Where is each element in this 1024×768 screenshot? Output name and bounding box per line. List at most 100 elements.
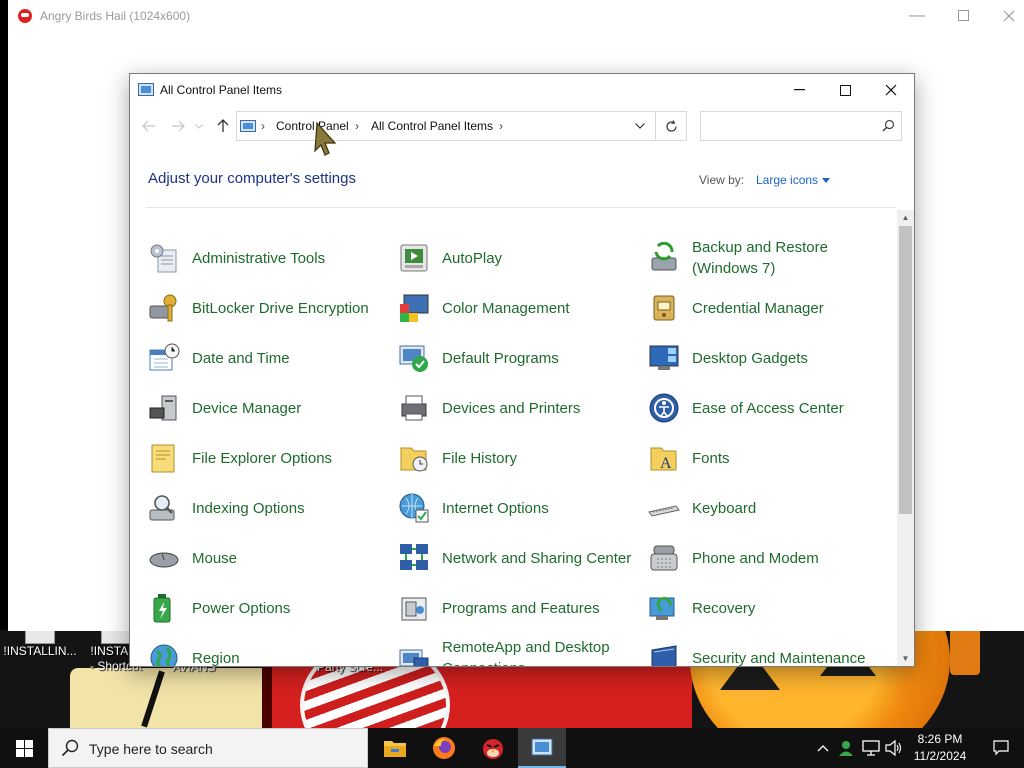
up-button[interactable] xyxy=(212,115,234,137)
network-icon xyxy=(862,740,880,756)
recent-locations-button[interactable] xyxy=(192,115,206,137)
device-manager-icon xyxy=(149,395,177,421)
item-remoteapp[interactable]: RemoteApp and Desktop Connections xyxy=(380,636,625,666)
scroll-thumb[interactable] xyxy=(899,226,912,514)
firefox-icon xyxy=(433,737,455,759)
maximize-button[interactable] xyxy=(940,0,986,31)
clock-time[interactable]: 8:26 PM xyxy=(910,732,970,746)
item-file-explorer-options[interactable]: File Explorer Options xyxy=(130,436,375,480)
arrow-right-icon xyxy=(172,120,185,132)
taskbar-angry-birds[interactable] xyxy=(469,728,517,768)
background-window-titlebar[interactable]: Angry Birds Hail (1024x600) xyxy=(8,0,1024,31)
breadcrumb-separator-icon: › xyxy=(261,119,265,133)
speaker-icon xyxy=(885,740,902,756)
tray-volume-icon[interactable] xyxy=(884,738,904,758)
taskbar-control-panel[interactable] xyxy=(518,728,566,768)
search-icon[interactable] xyxy=(882,119,895,132)
tray-network-icon[interactable] xyxy=(861,738,881,758)
item-network-sharing[interactable]: Network and Sharing Center xyxy=(380,536,631,580)
taskbar-search-box[interactable]: Type here to search xyxy=(48,728,368,768)
control-panel-window[interactable]: All Control Panel Items › Control Panel … xyxy=(129,73,915,667)
item-security-maintenance[interactable]: Security and Maintenance xyxy=(630,636,875,666)
minimize-button[interactable]: — xyxy=(894,0,940,31)
item-date-time[interactable]: Date and Time xyxy=(130,336,375,380)
address-bar[interactable]: › Control Panel › All Control Panel Item… xyxy=(236,111,687,141)
close-icon xyxy=(885,84,897,96)
item-backup-restore[interactable]: Backup and Restore (Windows 7) xyxy=(630,236,875,280)
start-button[interactable] xyxy=(0,728,48,768)
shortcut-icon xyxy=(101,630,131,644)
taskbar-file-explorer[interactable] xyxy=(371,728,419,768)
desktop-icon-installing[interactable]: !INSTALLIN... xyxy=(0,630,80,682)
search-box[interactable] xyxy=(700,111,902,141)
item-file-history[interactable]: File History xyxy=(380,436,625,480)
item-color-management[interactable]: Color Management xyxy=(380,286,625,330)
scroll-down-button[interactable]: ▼ xyxy=(897,651,914,666)
item-phone-modem[interactable]: Phone and Modem xyxy=(630,536,875,580)
item-administrative-tools[interactable]: Administrative Tools xyxy=(130,236,375,280)
clock-date[interactable]: 11/2/2024 xyxy=(910,749,970,763)
file-history-icon xyxy=(400,447,428,472)
taskbar-firefox[interactable] xyxy=(420,728,468,768)
background-window-title: Angry Birds Hail (1024x600) xyxy=(40,8,191,23)
forward-button[interactable] xyxy=(167,115,189,137)
item-devices-printers[interactable]: Devices and Printers xyxy=(380,386,625,430)
keyboard-icon xyxy=(648,505,680,517)
item-indexing-options[interactable]: Indexing Options xyxy=(130,486,375,530)
item-autoplay[interactable]: AutoPlay xyxy=(380,236,625,280)
address-dropdown-button[interactable] xyxy=(627,111,653,141)
date-time-icon xyxy=(149,343,180,371)
tray-overflow-button[interactable] xyxy=(813,738,833,758)
svg-text:A: A xyxy=(660,455,672,472)
wallpaper-shape xyxy=(262,664,272,728)
network-sharing-icon xyxy=(400,544,428,570)
item-region[interactable]: Region xyxy=(130,636,375,666)
action-center-button[interactable] xyxy=(978,728,1024,768)
user-icon xyxy=(839,741,853,756)
breadcrumb-all-items[interactable]: All Control Panel Items xyxy=(371,119,493,133)
vertical-scrollbar[interactable]: ▲ ▼ xyxy=(897,210,914,666)
view-by-dropdown[interactable]: Large icons xyxy=(756,173,818,187)
search-icon xyxy=(61,739,79,757)
control-panel-icon xyxy=(531,738,553,756)
item-mouse[interactable]: Mouse xyxy=(130,536,375,580)
tray-user-icon[interactable] xyxy=(836,738,856,758)
file-explorer-options-icon xyxy=(151,444,175,473)
mouse-icon xyxy=(149,552,179,568)
caret-down-icon[interactable] xyxy=(822,178,830,183)
bitlocker-icon xyxy=(149,294,177,322)
view-by-label: View by: xyxy=(699,173,745,187)
item-recovery[interactable]: Recovery xyxy=(630,586,875,630)
item-ease-of-access[interactable]: Ease of Access Center xyxy=(630,386,875,430)
item-internet-options[interactable]: Internet Options xyxy=(380,486,625,530)
window-titlebar[interactable]: All Control Panel Items xyxy=(130,74,914,106)
remoteapp-icon xyxy=(399,649,429,666)
autoplay-icon xyxy=(400,244,428,272)
arrow-up-icon xyxy=(217,119,229,132)
item-desktop-gadgets[interactable]: Desktop Gadgets xyxy=(630,336,875,380)
item-fonts[interactable]: A Fonts xyxy=(630,436,875,480)
item-credential-manager[interactable]: Credential Manager xyxy=(630,286,875,330)
region-icon xyxy=(150,644,178,666)
phone-modem-icon xyxy=(650,545,678,571)
item-keyboard[interactable]: Keyboard xyxy=(630,486,875,530)
refresh-button[interactable] xyxy=(655,111,687,141)
breadcrumb-separator-icon[interactable]: › xyxy=(499,119,503,133)
minimize-button[interactable] xyxy=(776,74,822,106)
close-button[interactable] xyxy=(868,74,914,106)
item-default-programs[interactable]: Default Programs xyxy=(380,336,625,380)
search-input[interactable] xyxy=(705,116,875,136)
scroll-up-button[interactable]: ▲ xyxy=(897,210,914,225)
item-power-options[interactable]: Power Options xyxy=(130,586,375,630)
back-button[interactable] xyxy=(138,115,160,137)
item-device-manager[interactable]: Device Manager xyxy=(130,386,375,430)
item-programs-features[interactable]: Programs and Features xyxy=(380,586,625,630)
refresh-icon xyxy=(665,119,677,132)
navigation-bar: › Control Panel › All Control Panel Item… xyxy=(130,106,914,146)
item-bitlocker[interactable]: BitLocker Drive Encryption xyxy=(130,286,375,330)
close-button[interactable] xyxy=(986,0,1024,31)
breadcrumb-separator-icon[interactable]: › xyxy=(355,119,359,133)
maximize-button[interactable] xyxy=(822,74,868,106)
chevron-down-icon xyxy=(195,123,203,129)
page-heading: Adjust your computer's settings xyxy=(148,170,356,187)
